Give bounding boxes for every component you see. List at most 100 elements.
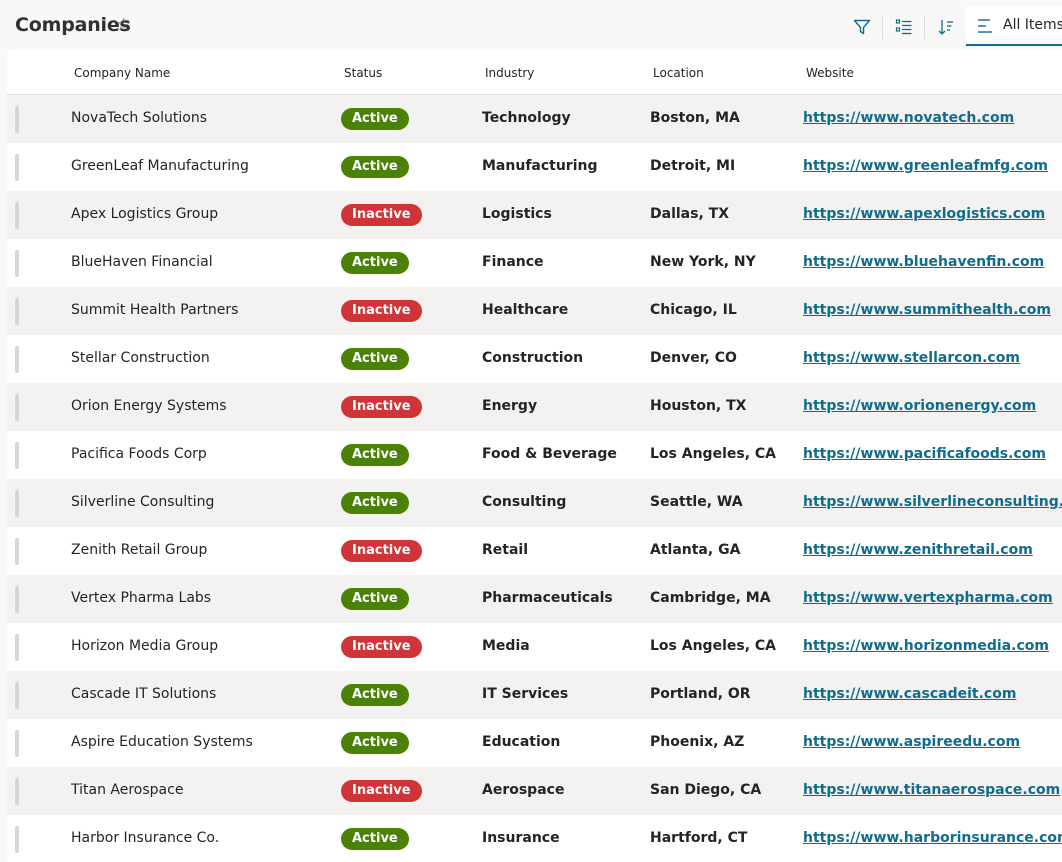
company-name-cell: Aspire Education Systems (71, 734, 253, 750)
location-cell: Atlanta, GA (650, 542, 741, 558)
status-badge: Active (341, 156, 409, 178)
row-selector-handle[interactable] (15, 826, 19, 853)
row-selector-handle[interactable] (15, 346, 19, 373)
column-header-company-name[interactable]: Company Name (74, 66, 170, 80)
row-selector-handle[interactable] (15, 538, 19, 565)
list-header: Companies ☆ All Items (0, 0, 1062, 50)
website-link[interactable]: https://www.stellarcon.com (803, 350, 1020, 366)
table-row[interactable]: Vertex Pharma Labs Active Pharmaceuticals C… (7, 575, 1062, 623)
row-selector-handle[interactable] (15, 586, 19, 613)
company-name-cell: Orion Energy Systems (71, 398, 227, 414)
table-row[interactable]: Cascade IT Solutions Active IT Services Por… (7, 671, 1062, 719)
table-row[interactable]: Stellar Construction Active Construction De… (7, 335, 1062, 383)
status-badge: Inactive (341, 540, 422, 562)
table-row[interactable]: Pacifica Foods Corp Active Food & Beverage… (7, 431, 1062, 479)
toolbar-divider (924, 15, 925, 39)
table-row[interactable]: GreenLeaf Manufacturing Active Manufacturi… (7, 143, 1062, 191)
website-link[interactable]: https://www.orionenergy.com (803, 398, 1036, 414)
website-link[interactable]: https://www.aspireedu.com (803, 734, 1020, 750)
industry-cell: Pharmaceuticals (482, 590, 613, 606)
row-selector-handle[interactable] (15, 490, 19, 517)
location-cell: San Diego, CA (650, 782, 762, 798)
website-link[interactable]: https://www.silverlineconsulting.com (803, 494, 1062, 510)
location-cell: Dallas, TX (650, 206, 729, 222)
column-header-status[interactable]: Status (344, 66, 382, 80)
row-selector-handle[interactable] (15, 394, 19, 421)
table-row[interactable]: Harbor Insurance Co. Active Insurance Hartf… (7, 815, 1062, 862)
star-outline-icon[interactable]: ☆ (116, 15, 131, 35)
page-title: Companies (15, 14, 131, 36)
table-row[interactable]: NovaTech Solutions Active Technology Boston… (7, 95, 1062, 143)
website-link[interactable]: https://www.titanaerospace.com (803, 782, 1060, 798)
view-selector-label: All Items (1003, 17, 1062, 33)
location-cell: Chicago, IL (650, 302, 737, 318)
filter-icon[interactable] (847, 12, 877, 42)
lines-icon (977, 18, 995, 39)
industry-cell: Technology (482, 110, 571, 126)
column-header-website[interactable]: Website (806, 66, 854, 80)
row-selector-handle[interactable] (15, 202, 19, 229)
website-link[interactable]: https://www.harborinsurance.com (803, 830, 1062, 846)
company-name-cell: BlueHaven Financial (71, 254, 213, 270)
status-badge: Inactive (341, 636, 422, 658)
company-name-cell: Harbor Insurance Co. (71, 830, 220, 846)
company-name-cell: Apex Logistics Group (71, 206, 219, 222)
location-cell: Los Angeles, CA (650, 638, 776, 654)
row-selector-handle[interactable] (15, 298, 19, 325)
company-name-cell: Zenith Retail Group (71, 542, 208, 558)
company-name-cell: NovaTech Solutions (71, 110, 208, 126)
table-row[interactable]: Summit Health Partners Inactive Healthcare… (7, 287, 1062, 335)
website-link[interactable]: https://www.greenleafmfg.com (803, 158, 1048, 174)
company-name-cell: Pacifica Foods Corp (71, 446, 207, 462)
location-cell: Los Angeles, CA (650, 446, 776, 462)
row-selector-handle[interactable] (15, 634, 19, 661)
website-link[interactable]: https://www.zenithretail.com (803, 542, 1033, 558)
column-header-location[interactable]: Location (653, 66, 704, 80)
table-row[interactable]: Horizon Media Group Inactive Media Los Ange… (7, 623, 1062, 671)
industry-cell: Insurance (482, 830, 560, 846)
row-selector-handle[interactable] (15, 730, 19, 757)
status-badge: Inactive (341, 396, 422, 418)
website-link[interactable]: https://www.vertexpharma.com (803, 590, 1053, 606)
location-cell: Hartford, CT (650, 830, 748, 846)
row-selector-handle[interactable] (15, 154, 19, 181)
table-row[interactable]: Silverline Consulting Active Consulting Sea… (7, 479, 1062, 527)
table-row[interactable]: Aspire Education Systems Active Education P… (7, 719, 1062, 767)
website-link[interactable]: https://www.bluehavenfin.com (803, 254, 1044, 270)
location-cell: Detroit, MI (650, 158, 736, 174)
website-link[interactable]: https://www.pacificafoods.com (803, 446, 1046, 462)
table-row[interactable]: Orion Energy Systems Inactive Energy Housto… (7, 383, 1062, 431)
row-selector-handle[interactable] (15, 682, 19, 709)
company-name-cell: Horizon Media Group (71, 638, 219, 654)
industry-cell: Finance (482, 254, 544, 270)
location-cell: Boston, MA (650, 110, 740, 126)
row-selector-handle[interactable] (15, 778, 19, 805)
table-row[interactable]: Apex Logistics Group Inactive Logistics Dal… (7, 191, 1062, 239)
location-cell: Cambridge, MA (650, 590, 771, 606)
location-cell: Portland, OR (650, 686, 751, 702)
sort-icon[interactable] (931, 12, 961, 42)
industry-cell: IT Services (482, 686, 569, 702)
status-badge: Active (341, 588, 409, 610)
row-selector-handle[interactable] (15, 442, 19, 469)
website-link[interactable]: https://www.horizonmedia.com (803, 638, 1049, 654)
website-link[interactable]: https://www.summithealth.com (803, 302, 1051, 318)
row-selector-handle[interactable] (15, 106, 19, 133)
industry-cell: Media (482, 638, 530, 654)
list-group-icon[interactable] (889, 12, 919, 42)
industry-cell: Logistics (482, 206, 552, 222)
website-link[interactable]: https://www.cascadeit.com (803, 686, 1016, 702)
column-header-industry[interactable]: Industry (485, 66, 534, 80)
website-link[interactable]: https://www.apexlogistics.com (803, 206, 1045, 222)
location-cell: Houston, TX (650, 398, 747, 414)
table-row[interactable]: BlueHaven Financial Active Finance New York… (7, 239, 1062, 287)
status-badge: Active (341, 348, 409, 370)
table-row[interactable]: Zenith Retail Group Inactive Retail Atlanta… (7, 527, 1062, 575)
status-badge: Inactive (341, 300, 422, 322)
status-badge: Active (341, 828, 409, 850)
website-link[interactable]: https://www.novatech.com (803, 110, 1014, 126)
location-cell: Denver, CO (650, 350, 737, 366)
row-selector-handle[interactable] (15, 250, 19, 277)
table-row[interactable]: Titan Aerospace Inactive Aerospace San Dieg… (7, 767, 1062, 815)
view-selector-button[interactable]: All Items (966, 6, 1062, 46)
